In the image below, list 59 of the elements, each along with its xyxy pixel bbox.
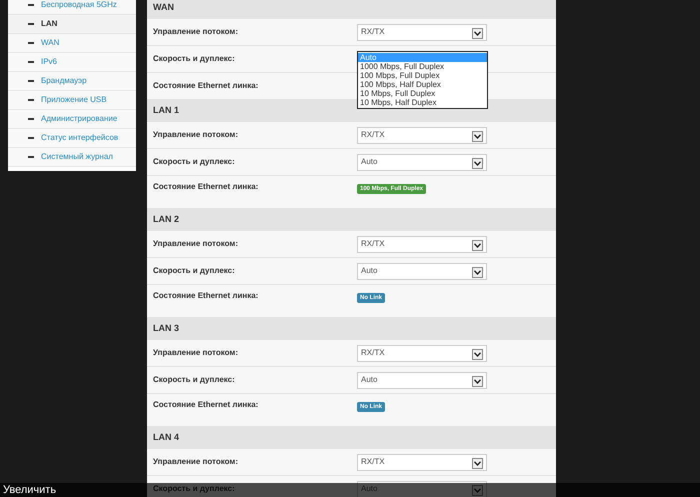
chevron-down-icon: [472, 130, 483, 142]
field-label: Скорость и дуплекс:: [153, 158, 236, 166]
section-header: LAN 2: [147, 209, 556, 231]
select-field[interactable]: RX/TX: [357, 344, 487, 362]
section-header: WAN: [147, 0, 556, 19]
field-label: Состояние Ethernet линка:: [153, 82, 260, 90]
chevron-down-icon: [472, 348, 483, 360]
sidebar-item[interactable]: Системный журнал: [8, 148, 136, 167]
dropdown-list[interactable]: Auto 1000 Mbps, Full Duplex 100 Mbps, Full Duplex 100 Mbps, Half Duplex 10 Mbps, Full Duplex 10 Mbps, Half Duplex: [357, 51, 488, 109]
sidebar-item[interactable]: Брандмауэр: [8, 72, 136, 91]
dash-icon: [28, 156, 34, 158]
dash-icon: [28, 80, 34, 82]
sidebar-item[interactable]: Приложение USB: [8, 91, 136, 110]
dash-icon: [28, 4, 34, 6]
field-label: Скорость и дуплекс:: [153, 376, 236, 384]
field-label: Состояние Ethernet линка:: [153, 292, 260, 302]
select-field[interactable]: RX/TX: [357, 24, 487, 40]
select-field[interactable]: RX/TX: [357, 454, 487, 470]
dropdown-option[interactable]: 100 Mbps, Half Duplex: [358, 80, 487, 89]
field-label: Управление потоком:: [153, 131, 239, 139]
section-header: LAN 4: [147, 427, 556, 449]
field-label: Состояние Ethernet линка:: [153, 401, 260, 411]
sidebar-item[interactable]: Администрирование: [8, 110, 136, 129]
dash-icon: [28, 99, 34, 101]
sidebar-item[interactable]: WAN: [8, 34, 136, 53]
field-label: Управление потоком:: [153, 240, 239, 248]
dash-icon: [28, 23, 34, 25]
dropdown-option[interactable]: 10 Mbps, Full Duplex: [358, 89, 487, 98]
select-field[interactable]: Auto: [357, 372, 487, 388]
chevron-down-icon: [472, 266, 483, 278]
sidebar-item[interactable]: Статус интерфейсов: [8, 129, 136, 148]
sidebar-item[interactable]: LAN: [8, 15, 136, 34]
field-label: Скорость и дуплекс:: [153, 267, 236, 275]
field-label: Скорость и дуплекс:: [153, 55, 236, 63]
field-label: Скорость и дуплекс:: [153, 485, 236, 493]
chevron-down-icon: [472, 376, 483, 386]
field-label: Управление потоком:: [153, 458, 239, 466]
field-label: Состояние Ethernet линка:: [153, 183, 260, 193]
chevron-down-icon: [472, 158, 483, 168]
select-field[interactable]: RX/TX: [357, 126, 487, 144]
chevron-down-icon: [472, 28, 483, 38]
dash-icon: [28, 137, 34, 139]
field-label: Управление потоком:: [153, 28, 239, 36]
dash-icon: [28, 118, 34, 120]
section-header: LAN 3: [147, 318, 556, 340]
dropdown-option[interactable]: 1000 Mbps, Full Duplex: [358, 62, 487, 71]
zoom-label[interactable]: Увеличить: [3, 482, 56, 497]
chevron-down-icon: [472, 458, 483, 468]
dash-icon: [28, 42, 34, 44]
select-field[interactable]: Auto: [357, 154, 487, 170]
dropdown-option[interactable]: 10 Mbps, Half Duplex: [358, 98, 487, 107]
chevron-down-icon: [472, 240, 483, 250]
select-field[interactable]: Auto: [357, 262, 487, 280]
field-label: Управление потоком:: [153, 349, 239, 357]
dash-icon: [28, 61, 34, 63]
dropdown-option[interactable]: 100 Mbps, Full Duplex: [358, 71, 487, 80]
sidebar-item[interactable]: Беспроводная 5GHz: [8, 0, 136, 15]
select-field[interactable]: RX/TX: [357, 236, 487, 252]
sidebar-item[interactable]: IPv6: [8, 53, 136, 72]
